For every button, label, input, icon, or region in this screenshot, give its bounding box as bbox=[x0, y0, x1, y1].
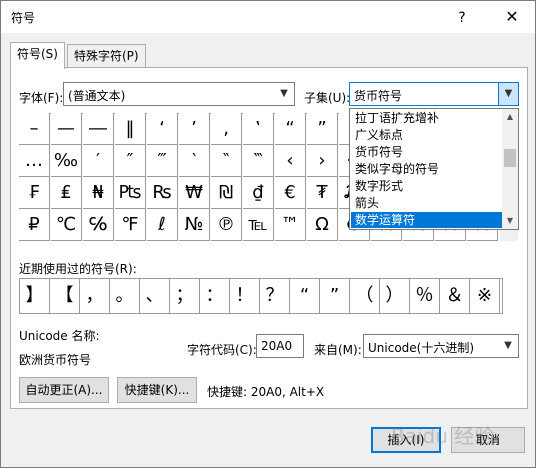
symbol-cell[interactable]: ‴ bbox=[147, 145, 178, 177]
recent-symbol-cell[interactable]: 、 bbox=[140, 279, 170, 313]
symbol-cell[interactable]: ” bbox=[307, 113, 338, 145]
chevron-down-icon[interactable]: ▼ bbox=[498, 83, 518, 105]
subset-value: 货币符号 bbox=[354, 89, 403, 103]
recent-symbol-cell[interactable]: ！ bbox=[230, 279, 260, 313]
scroll-down-icon[interactable]: ▼ bbox=[502, 213, 518, 229]
close-button[interactable]: ✕ bbox=[495, 5, 529, 29]
symbol-cell[interactable]: ₨ bbox=[147, 177, 178, 209]
symbol-cell[interactable]: ― bbox=[83, 113, 114, 145]
font-label: 字体(F): bbox=[19, 91, 64, 105]
font-select[interactable]: (普通文本) ▼ bbox=[63, 82, 295, 106]
symbol-cell[interactable]: ‶ bbox=[211, 145, 242, 177]
symbol-cell[interactable]: Ω bbox=[307, 209, 338, 241]
chevron-down-icon[interactable]: ▼ bbox=[498, 335, 518, 357]
subset-option[interactable]: 数学运算符 bbox=[351, 212, 503, 228]
recent-symbol-cell[interactable]: 】 bbox=[20, 279, 50, 313]
symbol-cell[interactable]: € bbox=[275, 177, 306, 209]
symbol-cell[interactable]: ₤ bbox=[51, 177, 82, 209]
symbol-cell[interactable]: ‛ bbox=[243, 113, 274, 145]
symbol-cell[interactable]: › bbox=[307, 145, 338, 177]
symbol-cell[interactable]: … bbox=[19, 145, 50, 177]
subset-option[interactable]: 货币符号 bbox=[351, 144, 503, 160]
symbol-cell[interactable]: ₽ bbox=[19, 209, 50, 241]
unicode-name-label: Unicode 名称: bbox=[19, 329, 100, 343]
symbol-cell[interactable]: ’ bbox=[179, 113, 210, 145]
symbol-cell[interactable]: ₫ bbox=[243, 177, 274, 209]
help-button[interactable]: ? bbox=[449, 7, 475, 29]
recent-symbol-cell[interactable]: ＆ bbox=[440, 279, 470, 313]
char-code-value: 20A0 bbox=[261, 339, 293, 353]
symbol-cell[interactable]: ″ bbox=[115, 145, 146, 177]
recent-label: 近期使用过的符号(R): bbox=[19, 262, 137, 276]
symbol-cell[interactable]: ‖ bbox=[115, 113, 146, 145]
symbol-cell[interactable]: – bbox=[19, 113, 50, 145]
recent-symbol-cell[interactable]: ） bbox=[380, 279, 410, 313]
subset-label: 子集(U): bbox=[304, 91, 351, 105]
recent-symbol-cell[interactable]: （ bbox=[350, 279, 380, 313]
symbol-cell[interactable]: ₮ bbox=[307, 177, 338, 209]
recent-symbol-cell[interactable]: ： bbox=[200, 279, 230, 313]
dropdown-scrollbar[interactable]: ▲ ▼ bbox=[502, 109, 518, 229]
tab-symbols[interactable]: 符号(S) bbox=[10, 42, 65, 69]
symbol-cell[interactable]: ℅ bbox=[83, 209, 114, 241]
shortcut-text: 快捷键: 20A0, Alt+X bbox=[207, 385, 325, 399]
symbol-cell[interactable]: ₪ bbox=[211, 177, 242, 209]
autocorrect-button[interactable]: 自动更正(A)... bbox=[19, 377, 109, 403]
recent-symbol-cell[interactable]: ％ bbox=[410, 279, 440, 313]
symbol-dialog: 符号 ? ✕ 符号(S) 特殊字符(P) 字体(F): (普通文本) ▼ 子集(… bbox=[0, 0, 536, 468]
symbol-cell[interactable]: ‹ bbox=[275, 145, 306, 177]
watermark: Baidu 经验 bbox=[391, 424, 495, 448]
symbol-cell[interactable]: ‘ bbox=[147, 113, 178, 145]
symbol-cell[interactable]: № bbox=[179, 209, 210, 241]
char-code-input[interactable]: 20A0 bbox=[256, 334, 304, 358]
symbol-cell[interactable]: — bbox=[51, 113, 82, 145]
symbol-cell[interactable]: ‷ bbox=[243, 145, 274, 177]
symbol-cell[interactable]: ₩ bbox=[179, 177, 210, 209]
recent-symbol-cell[interactable]: 。 bbox=[110, 279, 140, 313]
from-label: 来自(M): bbox=[314, 343, 362, 357]
subset-option[interactable]: 箭头 bbox=[351, 195, 503, 211]
symbol-cell[interactable]: ′ bbox=[83, 145, 114, 177]
symbol-cell[interactable]: “ bbox=[275, 113, 306, 145]
recent-symbol-cell[interactable]: ” bbox=[320, 279, 350, 313]
symbol-cell[interactable]: ₦ bbox=[83, 177, 114, 209]
font-value: (普通文本) bbox=[68, 89, 126, 103]
recent-symbol-cell[interactable]: “ bbox=[290, 279, 320, 313]
tab-special-characters[interactable]: 特殊字符(P) bbox=[67, 44, 146, 68]
from-value: Unicode(十六进制) bbox=[368, 341, 475, 355]
symbol-cell[interactable]: ₣ bbox=[19, 177, 50, 209]
symbol-cell[interactable]: ℓ bbox=[147, 209, 178, 241]
subset-dropdown-list: 拉丁语扩充增补 广义标点 货币符号 类似字母的符号 数字形式 箭头 数学运算符 ▲ ▼ bbox=[349, 108, 519, 230]
symbol-cell[interactable]: ‰ bbox=[51, 145, 82, 177]
title-bar: 符号 ? ✕ bbox=[1, 1, 535, 33]
subset-option[interactable]: 广义标点 bbox=[351, 127, 503, 143]
symbol-cell[interactable]: ℉ bbox=[115, 209, 146, 241]
symbol-cell[interactable]: ‵ bbox=[179, 145, 210, 177]
dialog-title: 符号 bbox=[11, 11, 36, 25]
recent-symbol-cell[interactable]: 【 bbox=[50, 279, 80, 313]
shortcut-key-button[interactable]: 快捷键(K)... bbox=[117, 377, 197, 403]
subset-option[interactable]: 类似字母的符号 bbox=[351, 161, 503, 177]
scroll-up-icon[interactable]: ▲ bbox=[502, 109, 518, 125]
symbol-cell[interactable]: ™ bbox=[275, 209, 306, 241]
symbol-cell[interactable]: ₧ bbox=[115, 177, 146, 209]
subset-select[interactable]: 货币符号 ▼ bbox=[349, 82, 519, 106]
from-select[interactable]: Unicode(十六进制) ▼ bbox=[363, 334, 519, 358]
recent-symbol-cell[interactable]: ？ bbox=[260, 279, 290, 313]
recent-symbol-cell[interactable]: ， bbox=[80, 279, 110, 313]
subset-option[interactable]: 数字形式 bbox=[351, 178, 503, 194]
unicode-name-value: 欧洲货币符号 bbox=[19, 353, 92, 367]
symbol-cell[interactable]: ℃ bbox=[51, 209, 82, 241]
recent-symbol-cell[interactable]: ※ bbox=[470, 279, 500, 313]
recent-symbol-cell[interactable]: ； bbox=[170, 279, 200, 313]
symbol-cell[interactable]: ℗ bbox=[211, 209, 242, 241]
symbol-cell[interactable]: ℡ bbox=[243, 209, 274, 241]
chevron-down-icon[interactable]: ▼ bbox=[274, 83, 294, 105]
subset-option[interactable]: 拉丁语扩充增补 bbox=[351, 110, 503, 126]
scroll-thumb[interactable] bbox=[504, 149, 516, 167]
symbol-cell[interactable]: ‚ bbox=[211, 113, 242, 145]
char-code-label: 字符代码(C): bbox=[187, 343, 257, 357]
